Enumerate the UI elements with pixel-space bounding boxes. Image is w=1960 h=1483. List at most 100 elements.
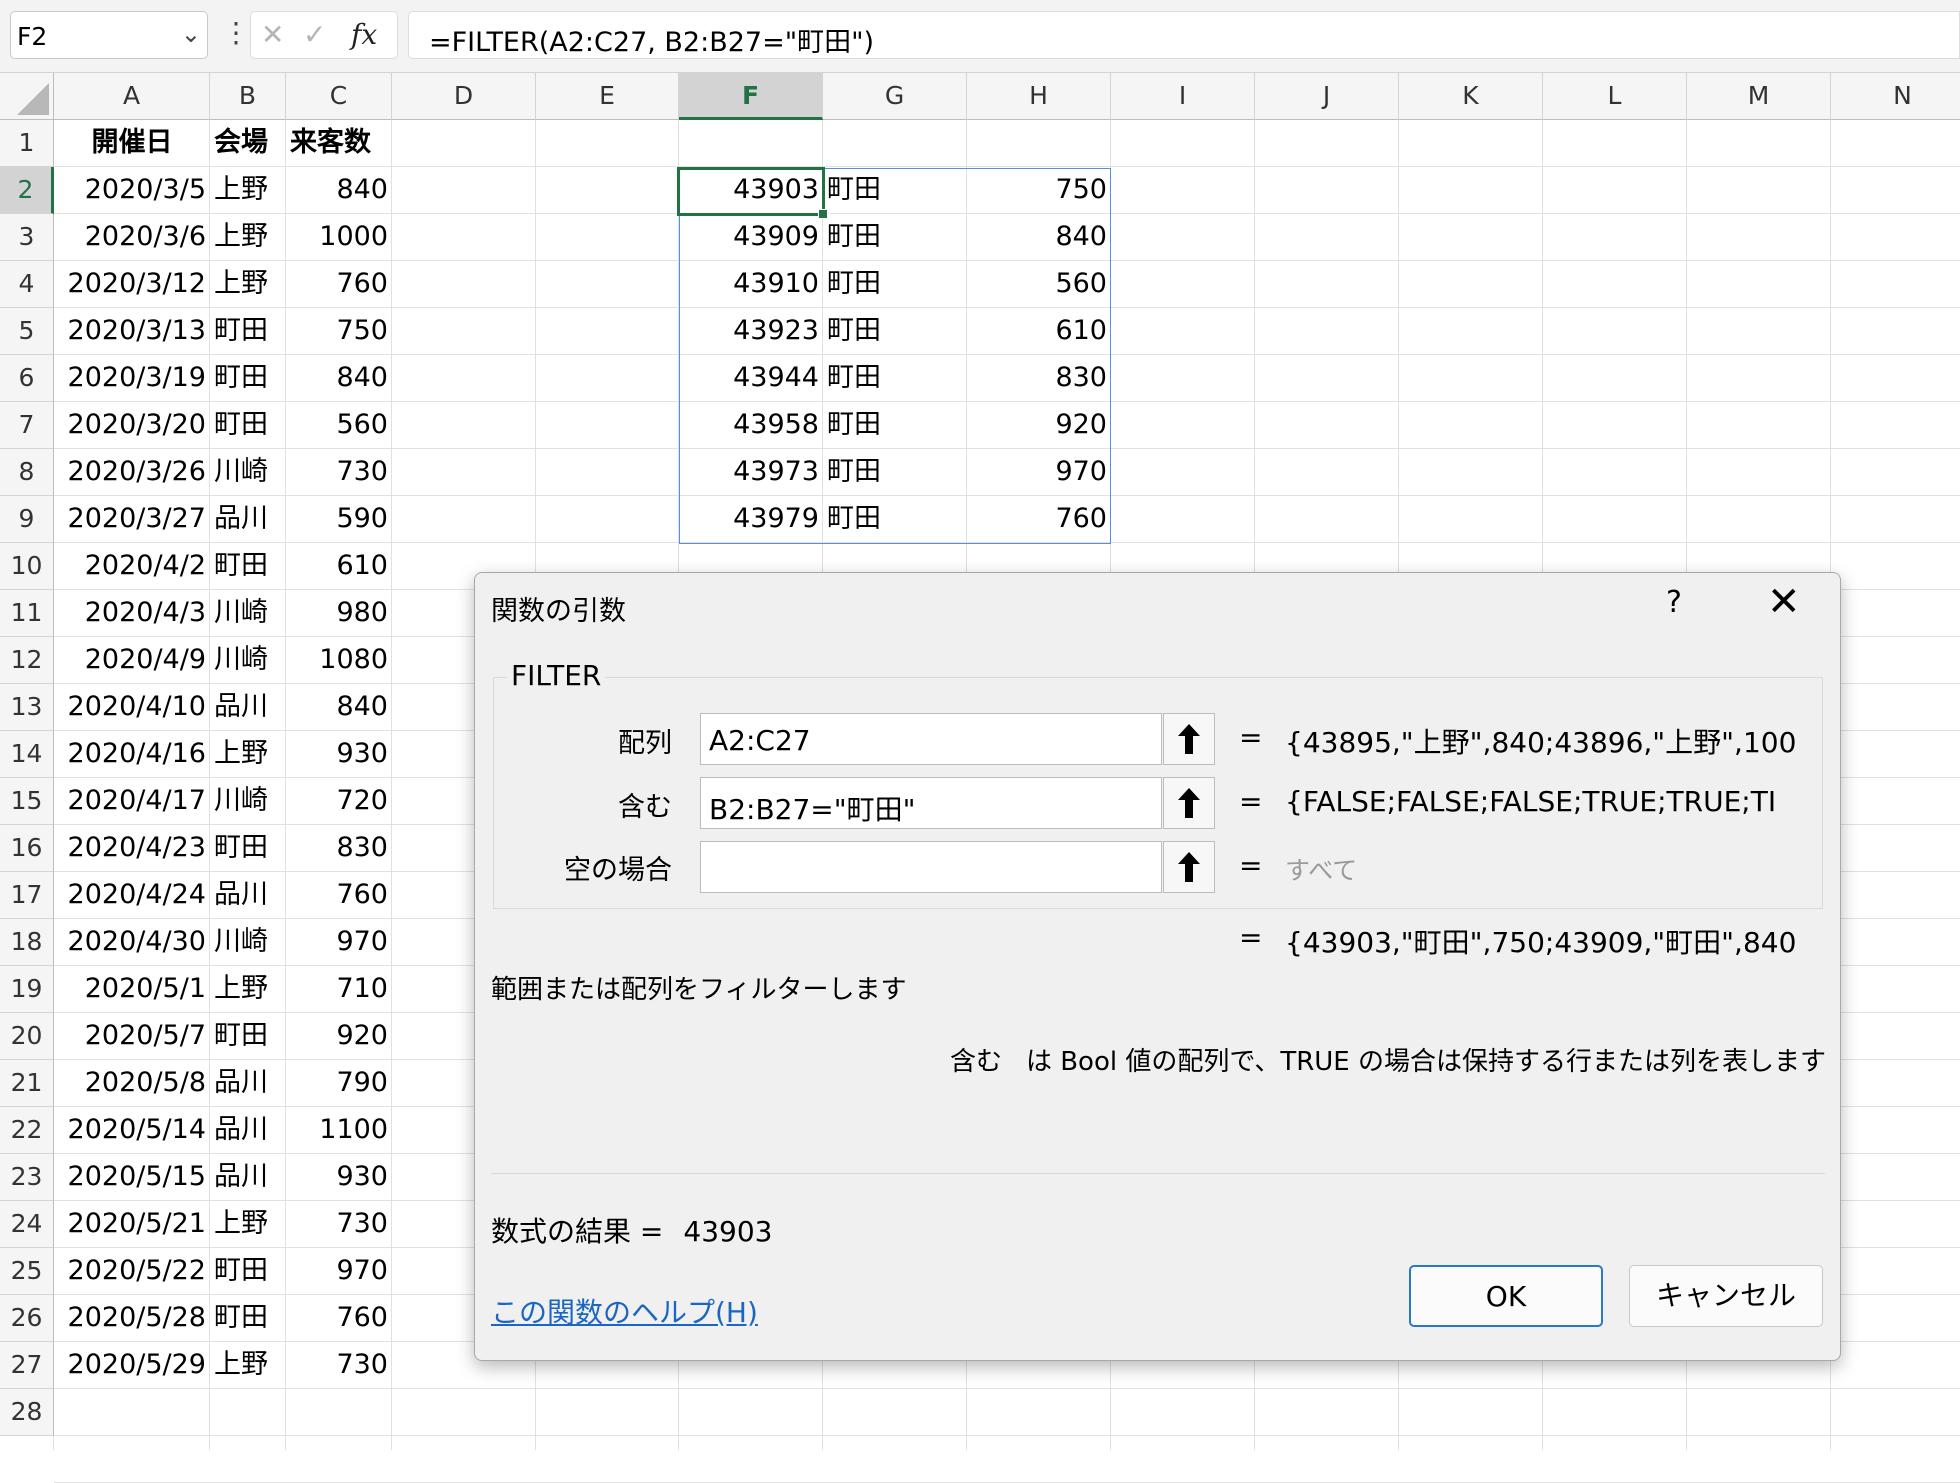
row-header-13[interactable]: 13 [0, 684, 54, 731]
table-cell-visitors[interactable]: 840 [286, 684, 392, 731]
table-cell-date[interactable]: 2020/4/16 [54, 731, 210, 778]
row-header-22[interactable]: 22 [0, 1107, 54, 1154]
row-header-6[interactable]: 6 [0, 355, 54, 402]
table-cell-date[interactable]: 2020/4/10 [54, 684, 210, 731]
row-header-19[interactable]: 19 [0, 966, 54, 1013]
row-header-23[interactable]: 23 [0, 1154, 54, 1201]
spill-cell-date[interactable]: 43958 [679, 402, 823, 449]
table-cell-venue[interactable]: 町田 [210, 1248, 286, 1295]
table-cell-date[interactable]: 2020/5/14 [54, 1107, 210, 1154]
table-cell-venue[interactable]: 町田 [210, 543, 286, 590]
insert-function-icon[interactable]: fx [351, 18, 377, 51]
table-cell-venue[interactable]: 町田 [210, 1013, 286, 1060]
table-cell-venue[interactable]: 上野 [210, 261, 286, 308]
table-cell-visitors[interactable]: 710 [286, 966, 392, 1013]
spill-cell-date[interactable]: 43909 [679, 214, 823, 261]
ok-button[interactable]: OK [1409, 1265, 1603, 1327]
more-options-icon[interactable]: ⋮ [222, 16, 250, 49]
spill-cell-venue[interactable]: 町田 [823, 496, 967, 543]
table-cell-date[interactable]: 2020/3/5 [54, 167, 210, 214]
chevron-down-icon[interactable]: ⌄ [181, 20, 201, 48]
cancel-icon[interactable]: ✕ [261, 18, 284, 51]
table-cell-venue[interactable]: 川崎 [210, 919, 286, 966]
help-icon[interactable]: ? [1666, 585, 1682, 620]
table-cell-visitors[interactable]: 730 [286, 1342, 392, 1389]
row-header-12[interactable]: 12 [0, 637, 54, 684]
row-header-8[interactable]: 8 [0, 449, 54, 496]
cancel-button[interactable]: キャンセル [1629, 1265, 1823, 1327]
table-cell-venue[interactable]: 上野 [210, 214, 286, 261]
table-cell-venue[interactable]: 上野 [210, 966, 286, 1013]
table-cell-date[interactable]: 2020/5/28 [54, 1295, 210, 1342]
table-cell-date[interactable]: 2020/3/26 [54, 449, 210, 496]
column-header-i[interactable]: I [1111, 72, 1255, 120]
row-header-10[interactable]: 10 [0, 543, 54, 590]
spill-cell-date[interactable]: 43973 [679, 449, 823, 496]
row-header-7[interactable]: 7 [0, 402, 54, 449]
spill-cell-visitors[interactable]: 610 [967, 308, 1111, 355]
table-cell-visitors[interactable]: 560 [286, 402, 392, 449]
table-cell-date[interactable]: 2020/4/9 [54, 637, 210, 684]
table-cell-venue[interactable]: 川崎 [210, 449, 286, 496]
spill-cell-date[interactable]: 43910 [679, 261, 823, 308]
row-header-14[interactable]: 14 [0, 731, 54, 778]
spill-cell-visitors[interactable]: 970 [967, 449, 1111, 496]
spill-cell-venue[interactable]: 町田 [823, 449, 967, 496]
table-cell-venue[interactable]: 町田 [210, 825, 286, 872]
table-cell-venue[interactable]: 町田 [210, 355, 286, 402]
table-cell-visitors[interactable]: 1100 [286, 1107, 392, 1154]
table-cell-visitors[interactable]: 760 [286, 872, 392, 919]
table-cell-date[interactable]: 2020/5/1 [54, 966, 210, 1013]
table-cell-date[interactable]: 2020/4/3 [54, 590, 210, 637]
table-cell-date[interactable]: 2020/3/20 [54, 402, 210, 449]
row-header-9[interactable]: 9 [0, 496, 54, 543]
row-header-28[interactable]: 28 [0, 1389, 54, 1436]
table-cell-venue[interactable]: 品川 [210, 1107, 286, 1154]
column-header-l[interactable]: L [1543, 72, 1687, 120]
spill-cell-date[interactable]: 43923 [679, 308, 823, 355]
column-header-m[interactable]: M [1687, 72, 1831, 120]
table-cell-visitors[interactable]: 980 [286, 590, 392, 637]
table-cell-date[interactable]: 2020/5/8 [54, 1060, 210, 1107]
spill-cell-visitors[interactable]: 560 [967, 261, 1111, 308]
table-cell-visitors[interactable]: 840 [286, 355, 392, 402]
row-header-11[interactable]: 11 [0, 590, 54, 637]
header-cell-venue[interactable]: 会場 [210, 120, 286, 167]
table-cell-venue[interactable]: 品川 [210, 1154, 286, 1201]
row-header-15[interactable]: 15 [0, 778, 54, 825]
table-cell-visitors[interactable]: 830 [286, 825, 392, 872]
table-cell-venue[interactable]: 町田 [210, 402, 286, 449]
row-header-2[interactable]: 2 [0, 167, 54, 214]
table-cell-venue[interactable]: 上野 [210, 1201, 286, 1248]
table-cell-venue[interactable]: 品川 [210, 872, 286, 919]
spill-cell-visitors[interactable]: 840 [967, 214, 1111, 261]
column-header-h[interactable]: H [967, 72, 1111, 120]
header-cell-visitors[interactable]: 来客数 [286, 120, 392, 167]
arg-input-include[interactable]: B2:B27="町田" [700, 777, 1162, 829]
table-cell-venue[interactable]: 上野 [210, 1342, 286, 1389]
spill-cell-visitors[interactable]: 830 [967, 355, 1111, 402]
spill-cell-venue[interactable]: 町田 [823, 214, 967, 261]
row-header-17[interactable]: 17 [0, 872, 54, 919]
column-header-b[interactable]: B [210, 72, 286, 120]
row-header-21[interactable]: 21 [0, 1060, 54, 1107]
table-cell-date[interactable]: 2020/3/19 [54, 355, 210, 402]
spill-cell-visitors[interactable]: 750 [967, 167, 1111, 214]
spill-cell-date[interactable]: 43944 [679, 355, 823, 402]
table-cell-visitors[interactable]: 970 [286, 1248, 392, 1295]
column-header-e[interactable]: E [536, 72, 679, 120]
column-header-j[interactable]: J [1255, 72, 1399, 120]
spill-cell-venue[interactable]: 町田 [823, 167, 967, 214]
select-all-corner[interactable] [0, 72, 54, 120]
row-header-1[interactable]: 1 [0, 120, 54, 167]
checkmark-icon[interactable]: ✓ [303, 18, 326, 51]
fill-handle[interactable] [818, 209, 828, 219]
table-cell-date[interactable]: 2020/3/13 [54, 308, 210, 355]
table-cell-date[interactable]: 2020/3/6 [54, 214, 210, 261]
close-icon[interactable]: ✕ [1767, 579, 1801, 625]
row-header-20[interactable]: 20 [0, 1013, 54, 1060]
row-header-25[interactable]: 25 [0, 1248, 54, 1295]
table-cell-visitors[interactable]: 750 [286, 308, 392, 355]
column-header-f[interactable]: F [679, 72, 823, 120]
table-cell-date[interactable]: 2020/5/29 [54, 1342, 210, 1389]
